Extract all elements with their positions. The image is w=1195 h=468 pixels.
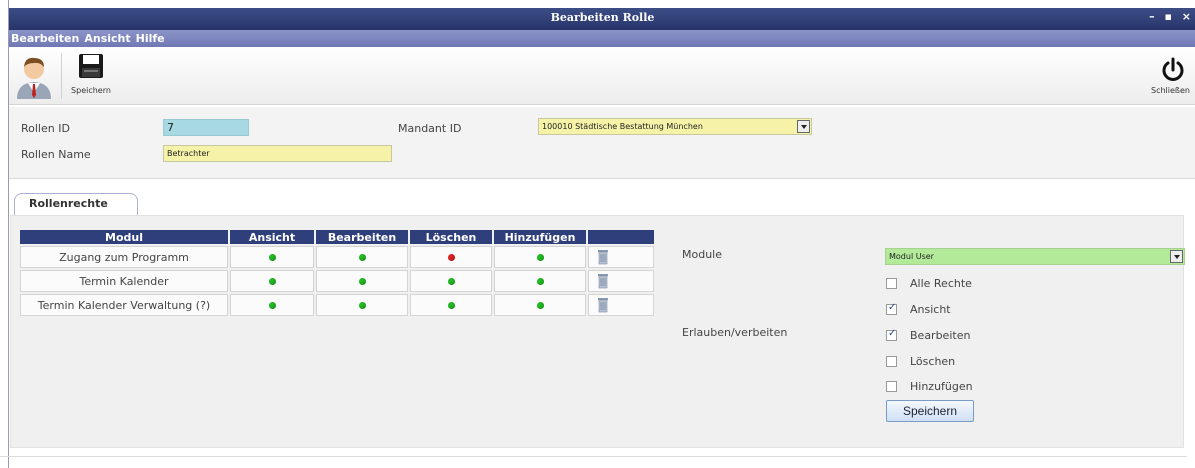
delete-cell xyxy=(588,270,654,292)
floppy-disk-icon xyxy=(79,54,103,78)
checkbox-alle-rechte[interactable] xyxy=(886,278,897,289)
checkbox-label: Alle Rechte xyxy=(910,277,972,290)
bearbeiten-cell xyxy=(316,294,408,316)
menu-hilfe[interactable]: Hilfe xyxy=(136,30,165,47)
menu-bar: Bearbeiten Ansicht Hilfe xyxy=(9,30,1195,47)
checkbox-hinzufügen[interactable] xyxy=(886,381,897,392)
power-icon xyxy=(1162,57,1183,81)
module-name-cell: Termin Kalender Verwaltung (?) xyxy=(20,294,228,316)
green-status-dot[interactable] xyxy=(358,253,366,261)
hinzufuegen-cell xyxy=(494,270,586,292)
green-status-dot[interactable] xyxy=(358,277,366,285)
table-header-row: Modul Ansicht Bearbeiten Löschen Hinzufü… xyxy=(20,230,654,244)
trash-icon[interactable] xyxy=(597,249,609,265)
table-row: Zugang zum Programm xyxy=(20,246,654,268)
save-rights-button[interactable]: Speichern xyxy=(886,400,974,422)
rights-table: Modul Ansicht Bearbeiten Löschen Hinzufü… xyxy=(18,228,656,318)
menu-ansicht[interactable]: Ansicht xyxy=(84,30,130,47)
user-icon xyxy=(17,57,51,99)
col-ansicht: Ansicht xyxy=(230,230,314,244)
module-label: Module xyxy=(682,248,722,261)
table-row: Termin Kalender Verwaltung (?) xyxy=(20,294,654,316)
hinzufuegen-cell xyxy=(494,246,586,268)
green-status-dot[interactable] xyxy=(536,301,544,309)
delete-cell xyxy=(588,294,654,316)
checkbox-löschen[interactable] xyxy=(886,356,897,367)
rollen-name-label: Rollen Name xyxy=(21,148,91,161)
col-modul: Modul xyxy=(20,230,228,244)
chevron-down-icon[interactable] xyxy=(797,120,810,133)
tab-rollenrechte[interactable]: Rollenrechte xyxy=(14,193,138,215)
save-toolbar-label: Speichern xyxy=(71,86,111,95)
rollen-id-field[interactable]: 7 xyxy=(163,119,249,136)
close-toolbar-button[interactable]: Schließen xyxy=(1149,57,1195,103)
checkbox-ansicht[interactable] xyxy=(886,302,897,315)
rollen-id-label: Rollen ID xyxy=(21,122,70,135)
mandant-id-label: Mandant ID xyxy=(398,122,462,135)
module-value: Modul User xyxy=(889,252,934,261)
mandant-id-select[interactable]: 100010 Städtische Bestattung München xyxy=(538,118,812,135)
bearbeiten-cell xyxy=(316,270,408,292)
erlauben-label: Erlauben/verbeiten xyxy=(682,326,788,339)
loeschen-cell xyxy=(410,270,492,292)
toolbar-separator xyxy=(61,53,62,99)
close-toolbar-label: Schließen xyxy=(1151,86,1190,95)
menu-bearbeiten[interactable]: Bearbeiten xyxy=(11,30,79,47)
checkbox-label: Bearbeiten xyxy=(910,329,971,342)
col-hinzufuegen: Hinzufügen xyxy=(494,230,586,244)
trash-icon[interactable] xyxy=(597,297,609,313)
bearbeiten-cell xyxy=(316,246,408,268)
ansicht-cell xyxy=(230,294,314,316)
green-status-dot[interactable] xyxy=(447,301,455,309)
mandant-id-value: 100010 Städtische Bestattung München xyxy=(542,122,703,131)
ansicht-cell xyxy=(230,246,314,268)
loeschen-cell xyxy=(410,294,492,316)
module-select[interactable]: Modul User xyxy=(885,248,1185,265)
col-bearbeiten: Bearbeiten xyxy=(316,230,408,244)
col-loeschen: Löschen xyxy=(410,230,492,244)
module-name-cell: Zugang zum Programm xyxy=(20,246,228,268)
toolbar: Speichern Schließen xyxy=(9,47,1195,105)
col-actions xyxy=(588,230,654,244)
loeschen-cell xyxy=(410,246,492,268)
green-status-dot[interactable] xyxy=(447,277,455,285)
checkbox-label: Hinzufügen xyxy=(910,380,973,393)
chevron-down-icon[interactable] xyxy=(1170,250,1183,263)
window-title: Bearbeiten Rolle xyxy=(550,11,655,24)
green-status-dot[interactable] xyxy=(268,301,276,309)
hinzufuegen-cell xyxy=(494,294,586,316)
red-status-dot[interactable] xyxy=(447,253,455,261)
user-button[interactable] xyxy=(11,53,57,101)
green-status-dot[interactable] xyxy=(358,301,366,309)
save-toolbar-button[interactable]: Speichern xyxy=(65,51,117,103)
green-status-dot[interactable] xyxy=(268,253,276,261)
table-row: Termin Kalender xyxy=(20,270,654,292)
module-name-cell: Termin Kalender xyxy=(20,270,228,292)
checkbox-label: Löschen xyxy=(910,355,956,368)
window-controls[interactable]: – ▪ × xyxy=(1149,10,1194,23)
delete-cell xyxy=(588,246,654,268)
checkbox-label: Ansicht xyxy=(910,303,951,316)
green-status-dot[interactable] xyxy=(268,277,276,285)
footer-divider xyxy=(0,456,1187,457)
rollen-name-field[interactable]: Betrachter xyxy=(163,145,392,162)
green-status-dot[interactable] xyxy=(536,277,544,285)
title-bar: Bearbeiten Rolle – ▪ × xyxy=(9,8,1195,30)
role-form: Rollen ID 7 Rollen Name Betrachter Manda… xyxy=(9,107,1195,179)
ansicht-cell xyxy=(230,270,314,292)
checkbox-bearbeiten[interactable] xyxy=(886,328,897,341)
trash-icon[interactable] xyxy=(597,273,609,289)
green-status-dot[interactable] xyxy=(536,253,544,261)
